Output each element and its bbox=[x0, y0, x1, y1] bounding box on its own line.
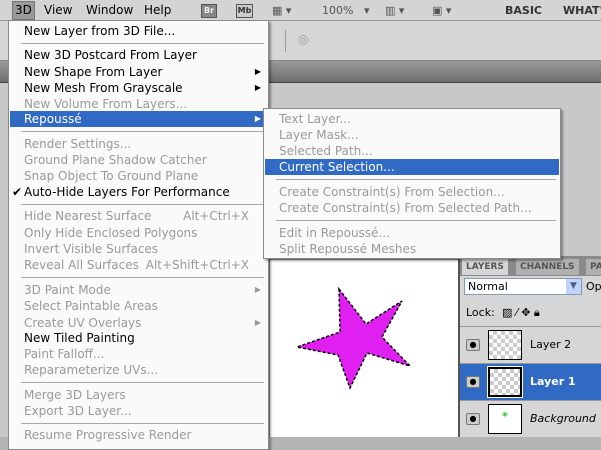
menu-item-text-layer[interactable]: Text Layer... bbox=[265, 111, 559, 127]
menu-item-new-volume[interactable]: New Volume From Layers... bbox=[10, 96, 267, 112]
menu-item-invert-visible[interactable]: Invert Visible Surfaces bbox=[10, 241, 267, 257]
menu-bar: 3D View Window Help Br Mb ▦ ▾ 100% ▾ ▥ ▾… bbox=[0, 0, 601, 21]
layers-panel: LAYERS CHANNELS PA Normal ▼ Opa Lock: ▨ … bbox=[458, 256, 601, 437]
tab-layers[interactable]: LAYERS bbox=[462, 259, 508, 275]
layer-name: Layer 2 bbox=[530, 338, 572, 351]
lock-icons[interactable]: ▨ ⁄ ✥ 🔒︎ bbox=[502, 306, 540, 320]
blend-mode-select[interactable]: Normal ▼ bbox=[464, 278, 582, 295]
menu-item-reparameterize-uvs[interactable]: Reparameterize UVs... bbox=[10, 362, 267, 378]
menu-item-repousse[interactable]: Repoussé ▶ bbox=[10, 111, 267, 127]
label: Repoussé bbox=[24, 112, 82, 126]
menu-item-layer-mask[interactable]: Layer Mask... bbox=[265, 127, 559, 143]
submenu-arrow-icon: ▶ bbox=[254, 83, 261, 92]
eye-icon[interactable]: ● bbox=[466, 413, 480, 425]
star-shape bbox=[294, 286, 413, 390]
workspace-basic[interactable]: BASIC bbox=[505, 4, 542, 17]
submenu-arrow-icon: ▶ bbox=[254, 67, 261, 76]
blend-mode-value: Normal bbox=[468, 280, 508, 293]
zoom-dropdown-icon[interactable]: ▾ bbox=[364, 4, 370, 17]
menu-item-constraint-from-selection[interactable]: Create Constraint(s) From Selection... bbox=[265, 184, 559, 200]
menu-item-merge-3d-layers[interactable]: Merge 3D Layers bbox=[10, 387, 267, 403]
menu-item-resume-progressive-render[interactable]: Resume Progressive Render bbox=[10, 427, 267, 443]
layer-row-selected[interactable]: ● Layer 1 bbox=[460, 363, 601, 400]
shortcut: Alt+Ctrl+X bbox=[183, 209, 249, 223]
menu-item-render-settings[interactable]: Render Settings... bbox=[10, 136, 267, 152]
shortcut: Alt+Shift+Ctrl+X bbox=[145, 258, 249, 272]
workspace-whats-new[interactable]: WHAT'S bbox=[563, 4, 601, 17]
submenu-arrow-icon: ▶ bbox=[254, 114, 261, 123]
chevron-down-icon[interactable]: ▼ bbox=[566, 279, 581, 294]
layer-row[interactable]: ● Layer 2 bbox=[460, 326, 601, 363]
menu-item-snap-object[interactable]: Snap Object To Ground Plane bbox=[10, 168, 267, 184]
menu-item-create-uv-overlays[interactable]: Create UV Overlays ▶ bbox=[10, 315, 267, 331]
menu-item-selected-path[interactable]: Selected Path... bbox=[265, 143, 559, 159]
eye-icon[interactable]: ● bbox=[466, 376, 480, 388]
menu-item-select-paintable[interactable]: Select Paintable Areas bbox=[10, 298, 267, 314]
minibridge-button[interactable]: Mb bbox=[236, 4, 253, 18]
label: New Mesh From Grayscale bbox=[24, 81, 183, 95]
arrange-documents-icon[interactable]: ▥ ▾ bbox=[385, 4, 404, 17]
zoom-level[interactable]: 100% bbox=[322, 4, 353, 17]
menu-item-reveal-all[interactable]: Reveal All Surfaces Alt+Shift+Ctrl+X bbox=[10, 257, 267, 273]
opacity-label: Opa bbox=[586, 280, 601, 293]
divider bbox=[285, 30, 286, 52]
menu-window[interactable]: Window bbox=[86, 3, 133, 17]
label: Auto-Hide Layers For Performance bbox=[24, 185, 230, 199]
tab-paths[interactable]: PA bbox=[586, 259, 601, 275]
menu-item-edit-in-repousse[interactable]: Edit in Repoussé... bbox=[265, 225, 559, 241]
menu-help[interactable]: Help bbox=[144, 3, 171, 17]
layer-thumbnail bbox=[487, 366, 523, 398]
menu-item-auto-hide-layers[interactable]: ✔ Auto-Hide Layers For Performance bbox=[10, 184, 267, 200]
menu-item-constraint-from-path[interactable]: Create Constraint(s) From Selected Path.… bbox=[265, 200, 559, 216]
eye-icon[interactable]: ● bbox=[466, 339, 480, 351]
document-canvas[interactable] bbox=[268, 258, 460, 437]
menu-view[interactable]: View bbox=[44, 3, 72, 17]
menu-item-export-3d-layer[interactable]: Export 3D Layer... bbox=[10, 403, 267, 419]
menu-item-new-layer-from-3d-file[interactable]: New Layer from 3D File... bbox=[10, 23, 267, 39]
menu-item-paint-falloff[interactable]: Paint Falloff... bbox=[10, 346, 267, 362]
label: 3D Paint Mode bbox=[24, 283, 111, 297]
menu-item-split-repousse-meshes[interactable]: Split Repoussé Meshes bbox=[265, 241, 559, 257]
3d-menu: New Layer from 3D File... New 3D Postcar… bbox=[8, 20, 269, 450]
lock-label: Lock: bbox=[466, 306, 495, 319]
label: Reveal All Surfaces bbox=[24, 258, 139, 272]
submenu-arrow-icon: ▶ bbox=[254, 318, 261, 327]
layer-name: Layer 1 bbox=[530, 375, 576, 388]
layer-row[interactable]: ● ✶ Background bbox=[460, 400, 601, 437]
menu-item-ground-plane-shadow[interactable]: Ground Plane Shadow Catcher bbox=[10, 152, 267, 168]
view-extras-icon[interactable]: ▦ ▾ bbox=[272, 4, 291, 17]
menu-item-3d-paint-mode[interactable]: 3D Paint Mode ▶ bbox=[10, 282, 267, 298]
tab-channels[interactable]: CHANNELS bbox=[516, 259, 579, 275]
menu-3d[interactable]: 3D bbox=[12, 1, 35, 20]
menu-item-only-hide-enclosed[interactable]: Only Hide Enclosed Polygons bbox=[10, 225, 267, 241]
menu-item-hide-nearest-surface[interactable]: Hide Nearest Surface Alt+Ctrl+X bbox=[10, 208, 267, 224]
menu-item-new-tiled-painting[interactable]: New Tiled Painting bbox=[10, 330, 267, 346]
layer-thumbnail: ✶ bbox=[488, 404, 522, 434]
screen-mode-icon[interactable]: ▣ ▾ bbox=[432, 4, 451, 17]
3d-camera-icon[interactable]: ◎ bbox=[298, 32, 308, 46]
label: New Shape From Layer bbox=[24, 65, 163, 79]
checkmark-icon: ✔ bbox=[12, 185, 23, 199]
menu-item-new-mesh-from-grayscale[interactable]: New Mesh From Grayscale ▶ bbox=[10, 80, 267, 96]
label: Hide Nearest Surface bbox=[24, 209, 152, 223]
bridge-button[interactable]: Br bbox=[201, 4, 217, 18]
label: Create UV Overlays bbox=[24, 316, 142, 330]
layer-thumbnail bbox=[488, 330, 522, 360]
submenu-arrow-icon: ▶ bbox=[254, 285, 261, 294]
layer-name: Background bbox=[530, 412, 596, 425]
menu-item-current-selection[interactable]: Current Selection... bbox=[265, 159, 559, 175]
menu-item-new-3d-postcard[interactable]: New 3D Postcard From Layer bbox=[10, 47, 267, 63]
menu-item-new-shape-from-layer[interactable]: New Shape From Layer ▶ bbox=[10, 64, 267, 80]
repousse-submenu: Text Layer... Layer Mask... Selected Pat… bbox=[263, 108, 561, 259]
